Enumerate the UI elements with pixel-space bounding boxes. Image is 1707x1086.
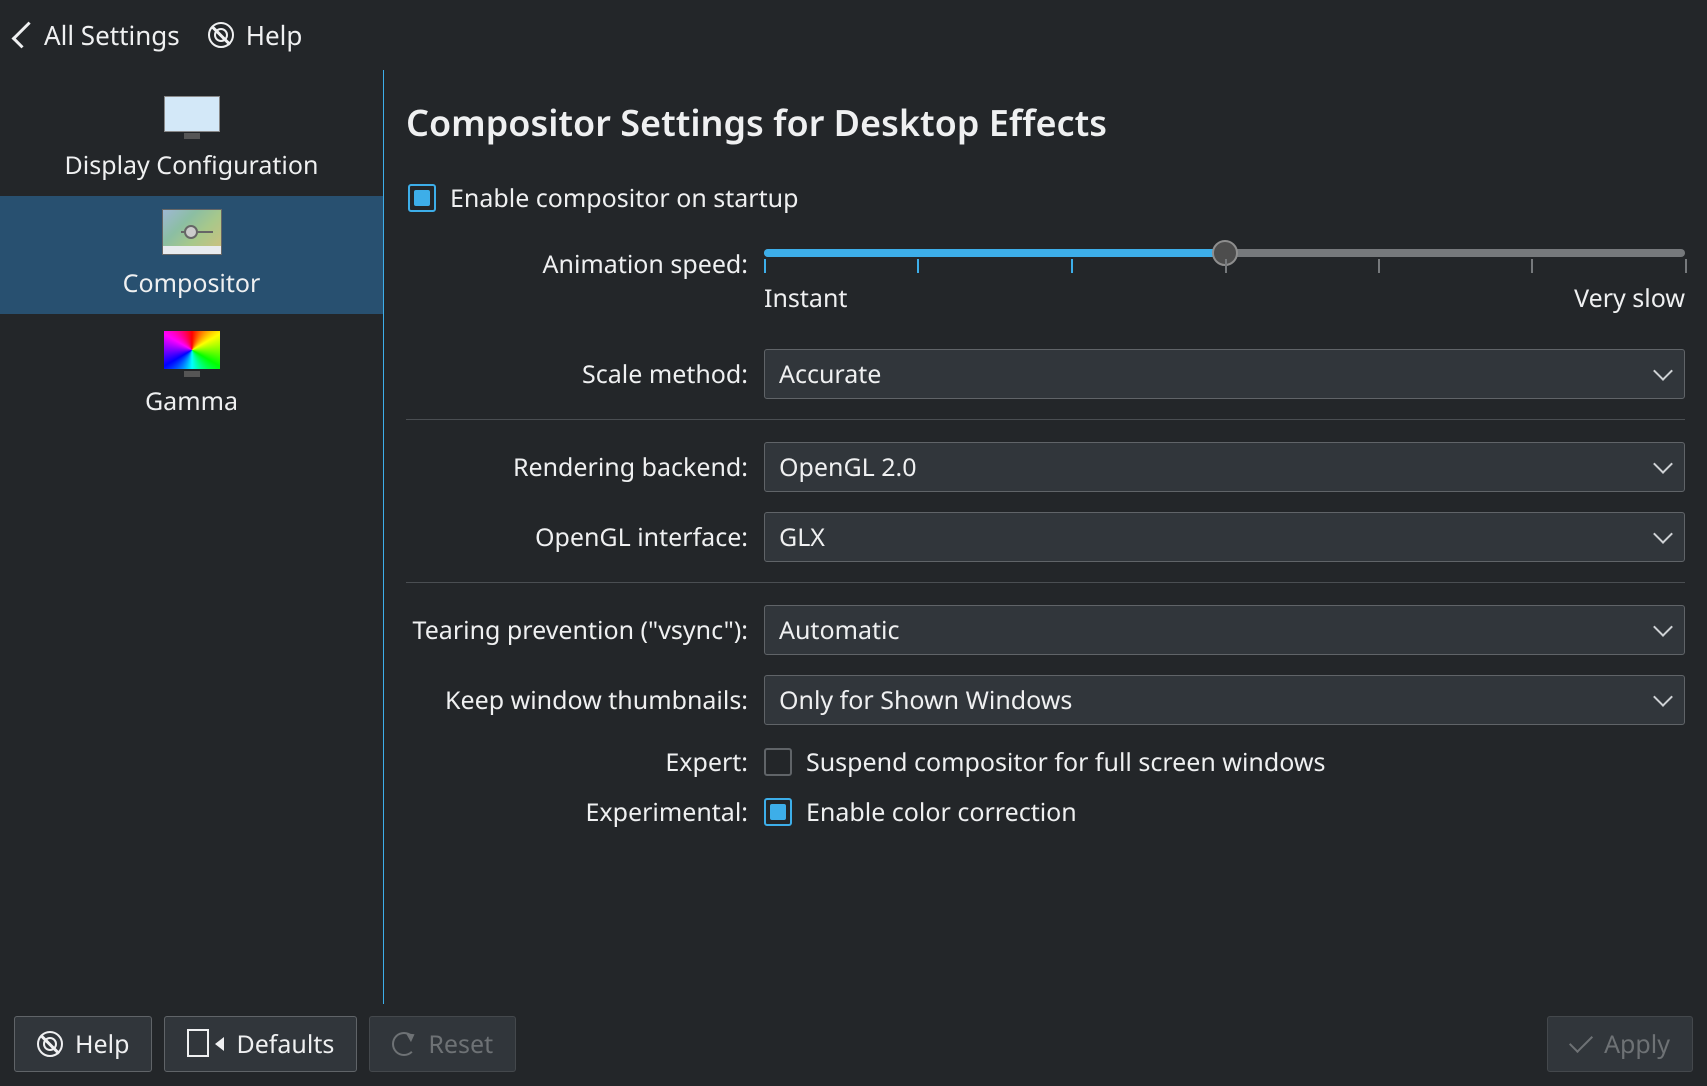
- color-correction-label: Enable color correction: [806, 795, 1077, 829]
- chevron-down-icon: [1653, 617, 1673, 637]
- settings-panel: Compositor Settings for Desktop Effects …: [384, 70, 1707, 1004]
- defaults-button-label: Defaults: [236, 1027, 334, 1061]
- help-button-label: Help: [75, 1027, 129, 1061]
- tearing-prevention-value: Automatic: [779, 613, 899, 647]
- page-title: Compositor Settings for Desktop Effects: [406, 98, 1685, 147]
- check-icon: [1569, 1029, 1593, 1053]
- tearing-prevention-select[interactable]: Automatic: [764, 605, 1685, 655]
- enable-compositor-checkbox[interactable]: [408, 184, 436, 212]
- rendering-backend-select[interactable]: OpenGL 2.0: [764, 442, 1685, 492]
- suspend-compositor-checkbox[interactable]: [764, 748, 792, 776]
- experimental-label: Experimental:: [406, 795, 764, 829]
- tearing-prevention-label: Tearing prevention ("vsync"):: [406, 613, 764, 647]
- color-correction-checkbox[interactable]: [764, 798, 792, 826]
- help-button-top[interactable]: Help: [208, 17, 303, 53]
- help-icon: [37, 1031, 63, 1057]
- button-bar: Help Defaults Reset Apply: [0, 1004, 1707, 1086]
- defaults-button[interactable]: Defaults: [164, 1016, 357, 1072]
- all-settings-label: All Settings: [44, 17, 180, 53]
- reset-button-label: Reset: [428, 1027, 493, 1061]
- help-button[interactable]: Help: [14, 1016, 152, 1072]
- sidebar-item-label: Display Configuration: [65, 148, 319, 182]
- monitor-icon: [162, 90, 222, 138]
- keep-thumbnails-value: Only for Shown Windows: [779, 683, 1072, 717]
- compositor-icon: [162, 208, 222, 256]
- sidebar-item-label: Gamma: [145, 384, 238, 418]
- opengl-interface-label: OpenGL interface:: [406, 520, 764, 554]
- scale-method-select[interactable]: Accurate: [764, 349, 1685, 399]
- rendering-backend-value: OpenGL 2.0: [779, 450, 917, 484]
- divider: [406, 582, 1685, 583]
- sidebar-item-gamma[interactable]: Gamma: [0, 314, 383, 432]
- apply-button[interactable]: Apply: [1547, 1016, 1693, 1072]
- reset-button[interactable]: Reset: [369, 1016, 516, 1072]
- apply-button-label: Apply: [1604, 1027, 1670, 1061]
- scale-method-value: Accurate: [779, 357, 881, 391]
- chevron-down-icon: [1653, 454, 1673, 474]
- enable-compositor-label: Enable compositor on startup: [450, 181, 798, 215]
- chevron-left-icon: [12, 22, 39, 49]
- undo-icon: [392, 1032, 416, 1056]
- sidebar: Display Configuration Compositor Gamma: [0, 70, 384, 1004]
- sidebar-item-label: Compositor: [123, 266, 261, 300]
- help-icon: [208, 22, 234, 48]
- animation-speed-slider[interactable]: [764, 245, 1685, 275]
- chevron-down-icon: [1653, 361, 1673, 381]
- expert-label: Expert:: [406, 745, 764, 779]
- all-settings-button[interactable]: All Settings: [18, 17, 180, 53]
- slider-min-label: Instant: [764, 281, 847, 315]
- rendering-backend-label: Rendering backend:: [406, 450, 764, 484]
- arrow-left-icon: [215, 1037, 224, 1051]
- help-label-top: Help: [246, 17, 303, 53]
- animation-speed-label: Animation speed:: [406, 245, 764, 281]
- sidebar-item-display-configuration[interactable]: Display Configuration: [0, 78, 383, 196]
- gamma-icon: [162, 326, 222, 374]
- chevron-down-icon: [1653, 524, 1673, 544]
- scale-method-label: Scale method:: [406, 357, 764, 391]
- opengl-interface-value: GLX: [779, 520, 825, 554]
- document-icon: [187, 1031, 209, 1057]
- chevron-down-icon: [1653, 687, 1673, 707]
- divider: [406, 419, 1685, 420]
- slider-ticks: [764, 259, 1685, 275]
- slider-max-label: Very slow: [1574, 281, 1685, 315]
- top-toolbar: All Settings Help: [0, 0, 1707, 70]
- sidebar-item-compositor[interactable]: Compositor: [0, 196, 383, 314]
- suspend-compositor-label: Suspend compositor for full screen windo…: [806, 745, 1325, 779]
- keep-thumbnails-label: Keep window thumbnails:: [406, 683, 764, 717]
- keep-thumbnails-select[interactable]: Only for Shown Windows: [764, 675, 1685, 725]
- opengl-interface-select[interactable]: GLX: [764, 512, 1685, 562]
- enable-compositor-row: Enable compositor on startup: [408, 181, 1685, 215]
